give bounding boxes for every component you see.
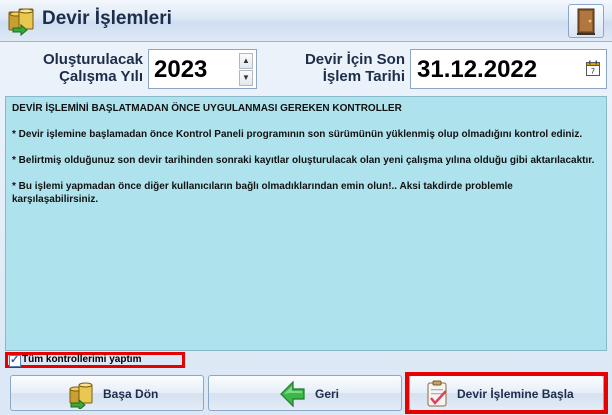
info-item: * Belirtmiş olduğunuz son devir tarihind… [12,155,595,166]
info-item: * Devir işlemine başlamadan önce Kontrol… [12,129,583,140]
year-label-line2: Çalışma Yılı [59,68,143,85]
parameters-row: Oluşturulacak Çalışma Yılı 2023 ▲ ▼ Devi… [5,47,607,91]
confirm-label[interactable]: Tüm kontrollerimi yaptım [22,354,141,365]
date-value[interactable]: 31.12.2022 [417,56,537,84]
date-label-line1: Devir İçin Son [304,51,405,68]
checkmark-icon: ✓ [10,354,20,366]
info-panel: DEVİR İŞLEMİNİ BAŞLATMADAN ÖNCE UYGULANM… [5,96,607,351]
info-item: * Bu işlemi yapmadan önce diğer kullanıc… [12,181,513,205]
green-arrow-left-icon [277,379,307,409]
exit-button[interactable] [568,4,604,38]
date-label: Devir İçin Son İşlem Tarihi [267,51,405,85]
home-button-label[interactable]: Başa Dön [103,387,158,401]
svg-text:7: 7 [591,69,595,76]
spin-up-button[interactable]: ▲ [239,53,253,69]
date-label-line2: İşlem Tarihi [322,68,405,85]
year-label: Oluşturulacak Çalışma Yılı [7,51,143,85]
year-spinner[interactable]: 2023 ▲ ▼ [148,49,257,89]
exit-door-icon [577,8,595,35]
back-button-label[interactable]: Geri [315,387,339,401]
calendar-icon[interactable]: 7 [586,60,600,76]
money-transfer-icon [7,6,37,37]
confirm-checkbox-row[interactable]: ✓ Tüm kontrollerimi yaptım [5,352,185,368]
date-field[interactable]: 31.12.2022 7 [410,49,607,89]
back-button[interactable]: Geri [208,375,402,411]
window-title: Devir İşlemleri [42,8,172,29]
confirm-checkbox[interactable]: ✓ [9,354,21,367]
year-value[interactable]: 2023 [154,56,207,84]
coins-home-icon [67,379,97,412]
info-heading: DEVİR İŞLEMİNİ BAŞLATMADAN ÖNCE UYGULANM… [12,103,402,114]
spin-down-button[interactable]: ▼ [239,70,253,86]
home-button[interactable]: Başa Dön [10,375,204,412]
start-button-highlight [405,372,608,414]
title-bar: Devir İşlemleri [0,0,612,42]
devir-window: Devir İşlemleri Oluşturulacak Çalışma Yı… [0,0,612,415]
year-label-line1: Oluşturulacak [42,51,143,68]
